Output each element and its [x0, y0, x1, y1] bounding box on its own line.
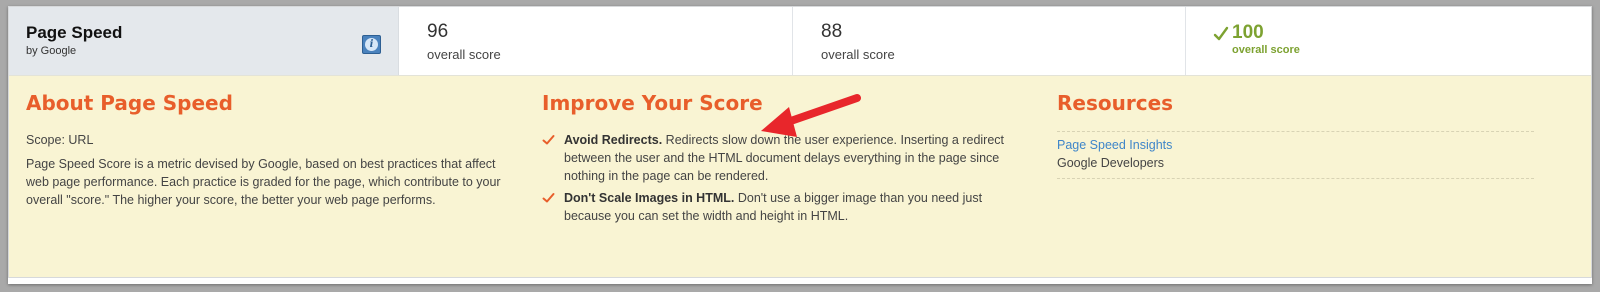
tip-item: Don't Scale Images in HTML. Don't use a …: [542, 189, 1026, 225]
resource-item: Page Speed Insights Google Developers: [1057, 131, 1534, 179]
score-header-row: Page Speed by Google i 96 overall score …: [9, 7, 1591, 76]
scope-text: Scope: URL: [26, 133, 94, 147]
checkmark-icon: [1213, 26, 1229, 41]
info-icon[interactable]: i: [362, 35, 381, 54]
resource-link[interactable]: Page Speed Insights: [1057, 136, 1534, 154]
score-label: overall score: [821, 47, 895, 62]
page-speed-widget: Page Speed by Google i 96 overall score …: [8, 6, 1592, 284]
metric-label-cell: Page Speed by Google i: [9, 7, 399, 75]
score-value: 88: [821, 21, 843, 42]
score-cell-2: 88 overall score: [793, 7, 1186, 75]
resources-list: Page Speed Insights Google Developers: [1057, 131, 1534, 179]
about-section: About Page Speed Scope: URL Page Speed S…: [26, 91, 526, 209]
score-cell-3-best: 100 overall score: [1186, 7, 1591, 75]
resources-section: Resources Page Speed Insights Google Dev…: [1057, 91, 1537, 179]
tips-list: Avoid Redirects. Redirects slow down the…: [542, 131, 1022, 225]
tip-title: Don't Scale Images in HTML.: [564, 191, 735, 205]
checkmark-icon: [542, 135, 555, 145]
score-label: overall score: [1232, 44, 1300, 56]
resource-org: Google Developers: [1057, 156, 1165, 170]
score-value: 100: [1232, 22, 1264, 43]
metric-subtitle: by Google: [26, 45, 77, 57]
metric-title: Page Speed: [26, 23, 123, 42]
about-heading: About Page Speed: [26, 91, 233, 115]
score-label: overall score: [427, 47, 501, 62]
tip-title: Avoid Redirects.: [564, 133, 663, 147]
score-cell-1: 96 overall score: [399, 7, 793, 75]
about-description: Page Speed Score is a metric devised by …: [26, 157, 501, 207]
resources-heading: Resources: [1057, 91, 1174, 115]
checkmark-icon: [542, 193, 555, 203]
score-value: 96: [427, 21, 449, 42]
page-speed-panel: Page Speed by Google i 96 overall score …: [8, 6, 1592, 278]
red-arrow-annotation: [761, 94, 861, 137]
